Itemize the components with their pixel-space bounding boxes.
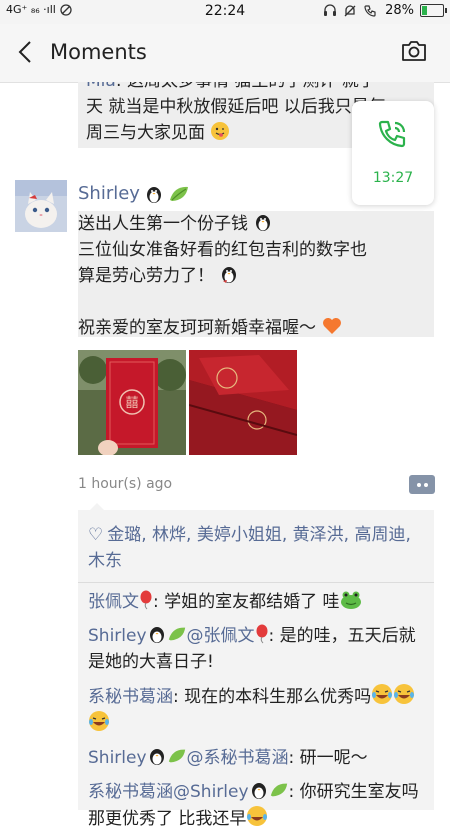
photo-image: 囍 (78, 350, 186, 455)
comment-item[interactable]: Shirley @系秘书葛涵: 研一呢～ (88, 745, 424, 771)
post-photo-red-envelope[interactable]: 囍 (78, 350, 186, 455)
back-arrow-icon[interactable] (14, 40, 38, 64)
frog-emoji-icon (340, 591, 361, 609)
laughing-emoji-icon (394, 684, 415, 704)
heart-emoji-icon (323, 318, 342, 334)
previous-post-author[interactable]: Mia (86, 82, 116, 91)
commenter-name[interactable]: 张佩文 (88, 592, 139, 612)
call-duration: 13:27 (372, 170, 414, 186)
post-timestamp: 1 hour(s) ago (78, 476, 173, 492)
call-wifi-icon (364, 4, 376, 17)
leaf-emoji-icon (270, 783, 287, 797)
comment-item[interactable]: 系秘书葛涵@Shirley: 你研究生室友吗 那更优秀了 比我还早 (88, 779, 424, 832)
dot-icon (417, 483, 421, 487)
leaf-emoji-icon (169, 186, 188, 201)
penguin-emoji-icon (149, 627, 164, 643)
penguin-emoji-icon (222, 267, 237, 283)
comment-text: : 研一呢～ (288, 748, 368, 768)
balloon-emoji-icon (140, 590, 152, 610)
ongoing-call-widget[interactable]: 13:27 (352, 101, 434, 205)
commenter-name[interactable]: Shirley (88, 626, 147, 646)
commenter-name[interactable]: 系秘书葛涵 (88, 782, 173, 802)
battery-percent: 28% (385, 3, 414, 18)
battery-icon (420, 4, 447, 17)
cat-avatar-image (15, 180, 67, 232)
post-author[interactable]: Shirley (78, 183, 190, 204)
previous-post-line: 周三与大家见面 (86, 123, 205, 143)
comment-like-menu-button[interactable] (409, 475, 435, 494)
like-heart-icon: ♡ (88, 525, 104, 545)
likes-list: ♡ 金璐, 林烨, 美婷小姐姐, 黄泽洪, 高周迪, 木东 (78, 510, 434, 582)
laughing-emoji-icon (372, 684, 393, 704)
post-line: 三位仙女准备好看的红包吉利的数字也 (78, 240, 367, 260)
comment-text: : 学姐的室友都结婚了 哇 (153, 592, 340, 612)
leaf-emoji-icon (168, 749, 185, 763)
phone-call-icon (378, 120, 406, 148)
penguin-emoji-icon (256, 215, 271, 231)
dot-icon (424, 483, 428, 487)
photo-image (189, 350, 297, 455)
commenter-name[interactable]: 系秘书葛涵 (88, 687, 173, 707)
mute-bell-icon (344, 4, 356, 16)
avatar[interactable] (15, 180, 67, 232)
post-author-name: Shirley (78, 183, 140, 204)
svg-text:囍: 囍 (125, 396, 138, 411)
previous-post-line: : 这周太多事情 猫生的了测评 就了 (116, 82, 376, 91)
post-text: 送出人生第一个份子钱 三位仙女准备好看的红包吉利的数字也 算是劳心劳力了！ 祝亲… (78, 211, 434, 338)
likes-comments-panel: ♡ 金璐, 林烨, 美婷小姐姐, 黄泽洪, 高周迪, 木东 张佩文 : 学姐的室友都… (78, 503, 434, 829)
penguin-emoji-icon (149, 749, 164, 765)
comment-item[interactable]: 张佩文 : 学姐的室友都结婚了 哇 (88, 589, 424, 615)
laughing-emoji-icon (89, 711, 109, 731)
penguin-emoji-icon (146, 186, 161, 203)
laughing-emoji-icon (247, 806, 268, 826)
comment-item[interactable]: Shirley @张佩文: 是的哇，五天后就是她的大喜日子! (88, 623, 424, 675)
comments-list: 张佩文: 学姐的室友都结婚了 哇 Shirley @张佩文: 是的哇，五天后就是她… (78, 583, 434, 832)
reply-to-name[interactable]: @张佩文 (187, 626, 255, 646)
page-title: Moments (50, 40, 147, 64)
status-bar: 4G⁺ ₈₆ ·ıll 22:24 28% (0, 0, 450, 24)
previous-post-line: 天 就当是中秋放假延后吧 以后我只是每 (86, 97, 386, 117)
post-line: 送出人生第一个份子钱 (78, 214, 248, 234)
post-line: 祝亲爱的室友珂珂新婚幸福喔～ (78, 318, 316, 338)
post-line: 算是劳心劳力了！ (78, 266, 214, 286)
reply-to-name[interactable]: @Shirley (173, 782, 249, 802)
comment-text: : 现在的本科生那么优秀吗 (173, 687, 372, 707)
headset-icon (324, 4, 337, 16)
penguin-emoji-icon (251, 783, 266, 799)
likes-names[interactable]: 金璐, 林烨, 美婷小姐姐, 黄泽洪, 高周迪, 木东 (88, 525, 411, 571)
tongue-emoji-icon (211, 122, 230, 140)
commenter-name[interactable]: Shirley (88, 748, 147, 768)
leaf-emoji-icon (168, 627, 185, 641)
camera-icon[interactable] (400, 39, 428, 63)
app-header: Moments (0, 24, 450, 83)
reply-to-name[interactable]: @系秘书葛涵 (187, 748, 289, 768)
post-photo-envelopes[interactable] (189, 350, 297, 455)
balloon-emoji-icon (256, 624, 268, 644)
comment-item[interactable]: 系秘书葛涵: 现在的本科生那么优秀吗 (88, 683, 424, 737)
